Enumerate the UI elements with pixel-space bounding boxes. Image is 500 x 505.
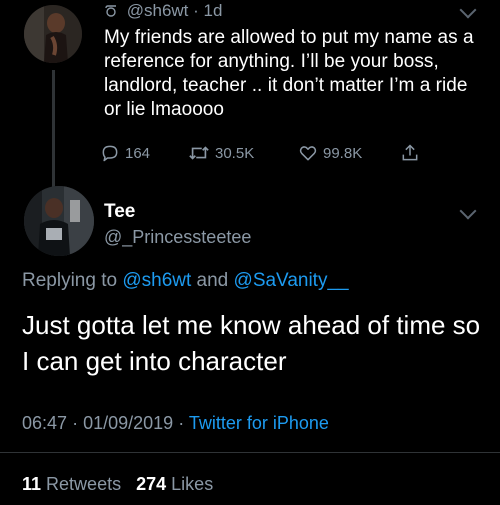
- reply-button[interactable]: 164: [100, 143, 188, 163]
- chevron-down-icon[interactable]: [459, 202, 477, 220]
- meta-separator: ·: [178, 413, 185, 433]
- like-icon: [299, 146, 317, 161]
- retweets-stat[interactable]: 11 Retweets: [22, 474, 121, 494]
- reply-text: Just gotta let me know ahead of time so …: [22, 310, 481, 376]
- replying-prefix: Replying to: [22, 270, 118, 291]
- replying-and: and: [196, 270, 229, 291]
- retweets-count: 11: [22, 474, 42, 494]
- parent-separator: ·: [193, 1, 199, 20]
- replying-user-link[interactable]: @sh6wt: [122, 270, 191, 291]
- tweet-source-link[interactable]: Twitter for iPhone: [189, 413, 329, 433]
- chevron-down-icon[interactable]: [459, 1, 477, 19]
- retweet-button[interactable]: 30.5K: [188, 143, 298, 163]
- likes-stat[interactable]: 274 Likes: [136, 474, 213, 494]
- meta-separator: ·: [72, 413, 79, 433]
- reply-avatar[interactable]: [24, 186, 94, 256]
- likes-count: 274: [136, 474, 167, 494]
- tweet-time: 06:47: [22, 413, 68, 433]
- parent-avatar[interactable]: [24, 5, 82, 63]
- reply-icon: [102, 145, 118, 162]
- share-icon: [402, 144, 418, 161]
- likes-label: Likes: [171, 474, 214, 494]
- retweets-label: Retweets: [46, 474, 122, 494]
- retweet-count: 30.5K: [215, 144, 255, 162]
- reply-count: 164: [125, 144, 151, 162]
- tweet-date: 01/09/2019: [83, 413, 174, 433]
- parent-actions: 164 30.5K 99.8K: [100, 141, 425, 165]
- tweet-meta: 06:47 · 01/09/2019 · Twitter for iPhone: [22, 411, 329, 435]
- like-button[interactable]: 99.8K: [298, 143, 400, 163]
- replying-user-link[interactable]: @SaVanity__: [234, 270, 349, 291]
- parent-body: My friends are allowed to put my name as…: [104, 27, 474, 120]
- reply-display-name[interactable]: Tee: [104, 201, 135, 223]
- parent-handle[interactable]: @sh6wt: [127, 1, 189, 20]
- parent-time[interactable]: 1d: [204, 1, 223, 20]
- parent-header: @sh6wt · 1d: [104, 0, 222, 22]
- replying-to: Replying to @sh6wt and @SaVanity__: [22, 269, 349, 293]
- thread-line: [52, 70, 55, 190]
- retweet-small-icon: [105, 5, 116, 17]
- retweet-icon: [189, 146, 209, 160]
- divider: [0, 452, 500, 453]
- tweet-stats: 11 Retweets 274 Likes: [22, 472, 213, 496]
- like-count: 99.8K: [323, 144, 363, 162]
- reply-handle[interactable]: @_Princessteetee: [104, 226, 251, 248]
- share-button[interactable]: [400, 143, 425, 163]
